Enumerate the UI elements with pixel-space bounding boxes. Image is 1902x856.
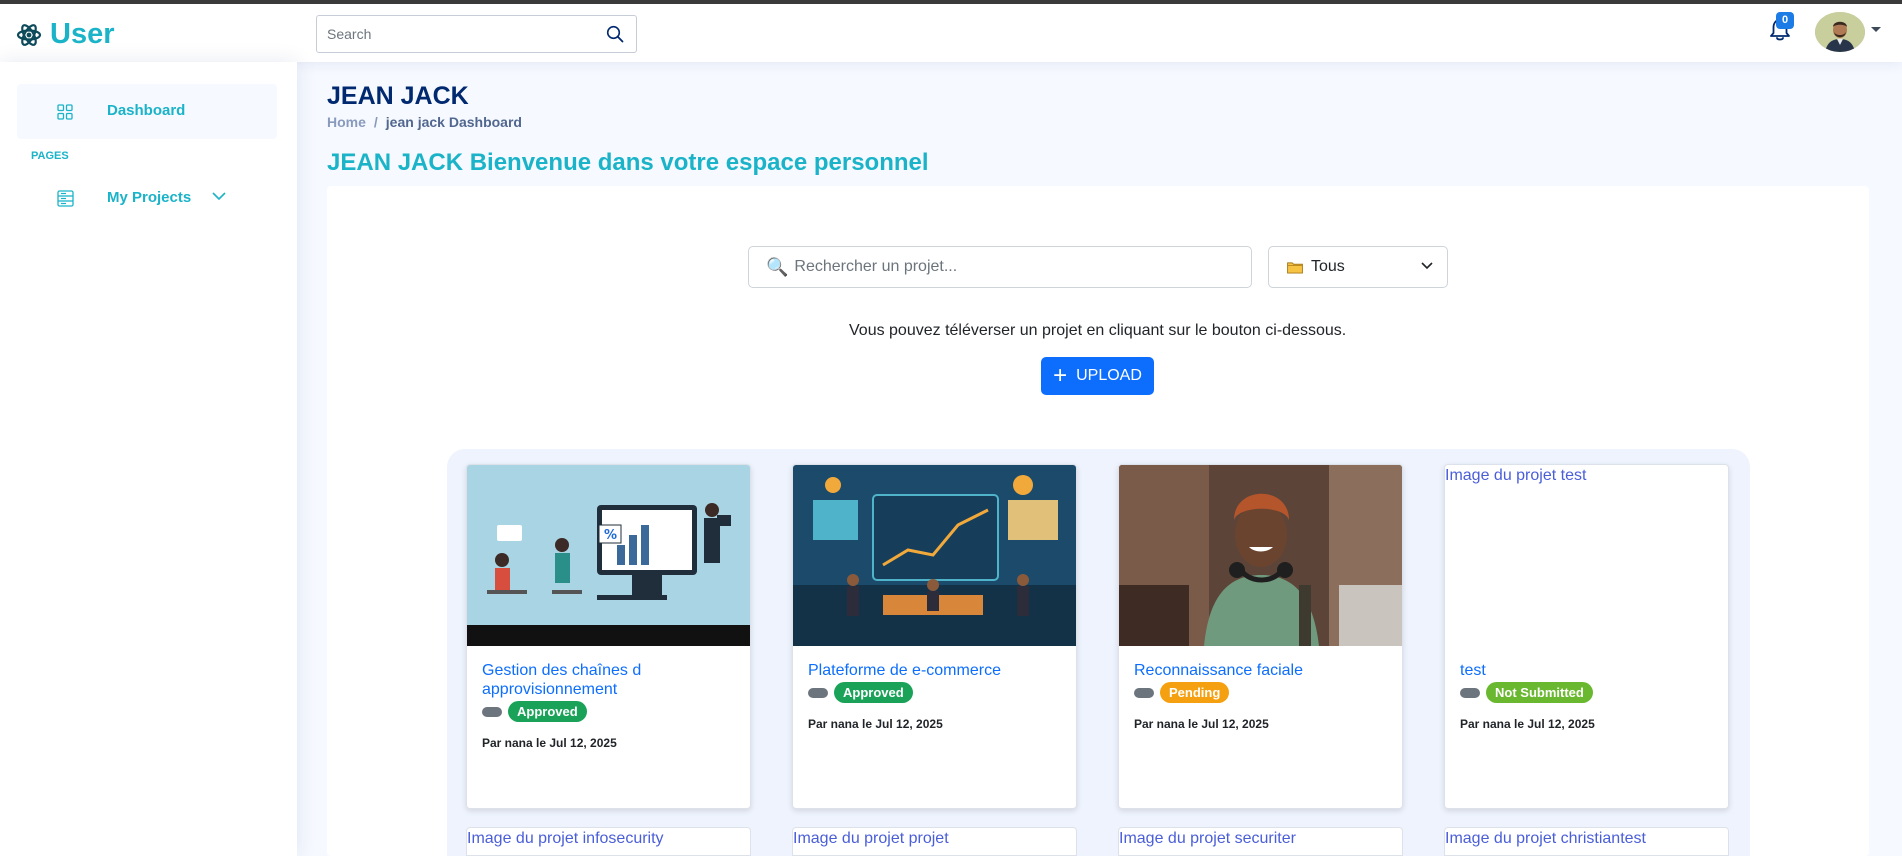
header-search-input[interactable] (317, 16, 587, 52)
project-title[interactable]: Gestion des chaînes d approvisionnement (482, 661, 737, 699)
project-thumbnail: % (467, 465, 750, 646)
project-filter-select[interactable]: Tous (1268, 246, 1448, 288)
project-badges: Approved (482, 701, 587, 722)
chevron-down-icon[interactable] (212, 191, 226, 201)
broken-image-alt-text: Image du projet christiantest (1445, 830, 1646, 847)
status-badge: Pending (1160, 682, 1230, 703)
welcome-heading: JEAN JACK Bienvenue dans votre espace pe… (327, 149, 929, 176)
project-author: Par nana le Jul 12, 2025 (1134, 717, 1269, 731)
sidebar-item-dashboard[interactable]: Dashboard (17, 84, 277, 139)
upload-button[interactable]: + UPLOAD (1041, 357, 1154, 395)
category-badge (808, 687, 828, 698)
header-search (316, 15, 637, 53)
project-title[interactable]: test (1460, 661, 1715, 680)
broken-image-alt-text: Image du projet projet (793, 830, 949, 847)
page-title: JEAN JACK (327, 82, 469, 110)
project-card[interactable]: Image du projet infosecurity (466, 827, 751, 856)
avatar-image (1815, 12, 1865, 52)
project-card[interactable]: Image du projet projet (792, 827, 1077, 856)
breadcrumb: Home / jean jack Dashboard (327, 114, 522, 130)
breadcrumb-home-link[interactable]: Home (327, 114, 366, 130)
upload-info-text: Vous pouvez téléverser un projet en cliq… (849, 322, 1347, 339)
folder-icon (1287, 261, 1303, 274)
grid-icon (57, 104, 73, 120)
notification-count-badge: 0 (1776, 12, 1794, 29)
sidebar-item-label: My Projects (107, 189, 192, 206)
project-title[interactable]: Reconnaissance faciale (1134, 661, 1389, 680)
broken-image-alt-text: Image du projet test (1445, 467, 1587, 484)
project-card[interactable]: Image du projet christiantest (1444, 827, 1729, 856)
sidebar: Dashboard PAGES My Projects (0, 62, 297, 856)
project-badges: Pending (1134, 682, 1230, 703)
plus-icon: + (1053, 362, 1068, 389)
logo[interactable]: User (16, 18, 115, 51)
project-thumbnail: Image du projet test (1445, 465, 1728, 646)
project-author: Par nana le Jul 12, 2025 (1460, 717, 1595, 731)
status-badge: Approved (834, 682, 913, 703)
layout-text-icon (57, 190, 74, 207)
logo-text: User (50, 18, 115, 50)
atom-logo-icon (16, 23, 42, 46)
category-badge (1460, 687, 1480, 698)
broken-image-alt-text: Image du projet securiter (1119, 830, 1296, 847)
magnifier-icon: 🔍 (766, 256, 789, 277)
project-card[interactable]: Plateforme de e-commerce Approved Par na… (792, 464, 1077, 809)
breadcrumb-separator: / (373, 114, 378, 130)
project-badges: Not Submitted (1460, 682, 1593, 703)
project-card[interactable]: Image du projet securiter (1118, 827, 1403, 856)
status-badge: Not Submitted (1486, 682, 1593, 703)
user-avatar[interactable] (1815, 12, 1865, 52)
project-search-input[interactable] (794, 258, 1235, 276)
chevron-down-icon (1421, 262, 1433, 270)
status-badge: Approved (508, 701, 587, 722)
svg-text:%: % (604, 528, 617, 543)
broken-image-alt-text: Image du projet infosecurity (467, 830, 664, 847)
category-badge (482, 706, 502, 717)
sidebar-item-my-projects[interactable]: My Projects (17, 174, 277, 224)
breadcrumb-current: jean jack Dashboard (385, 114, 522, 130)
filter-selected-value: Tous (1311, 258, 1345, 275)
project-thumbnail (793, 465, 1076, 646)
project-badges: Approved (808, 682, 913, 703)
top-header: User (0, 0, 1902, 62)
user-menu-caret-icon[interactable] (1871, 27, 1881, 32)
search-icon[interactable] (606, 25, 624, 43)
project-card[interactable]: % Gestion des chaînes d approvisionnemen… (466, 464, 751, 809)
sidebar-section-heading: PAGES (31, 150, 69, 162)
project-search: 🔍 (748, 246, 1252, 288)
project-thumbnail (1119, 465, 1402, 646)
project-title[interactable]: Plateforme de e-commerce (808, 661, 1063, 680)
project-author: Par nana le Jul 12, 2025 (482, 736, 617, 750)
sidebar-item-label: Dashboard (107, 102, 186, 119)
project-card[interactable]: Reconnaissance faciale Pending Par nana … (1118, 464, 1403, 809)
category-badge (1134, 687, 1154, 698)
project-card[interactable]: Image du projet test test Not Submitted … (1444, 464, 1729, 809)
project-author: Par nana le Jul 12, 2025 (808, 717, 943, 731)
upload-button-label: UPLOAD (1076, 367, 1142, 384)
